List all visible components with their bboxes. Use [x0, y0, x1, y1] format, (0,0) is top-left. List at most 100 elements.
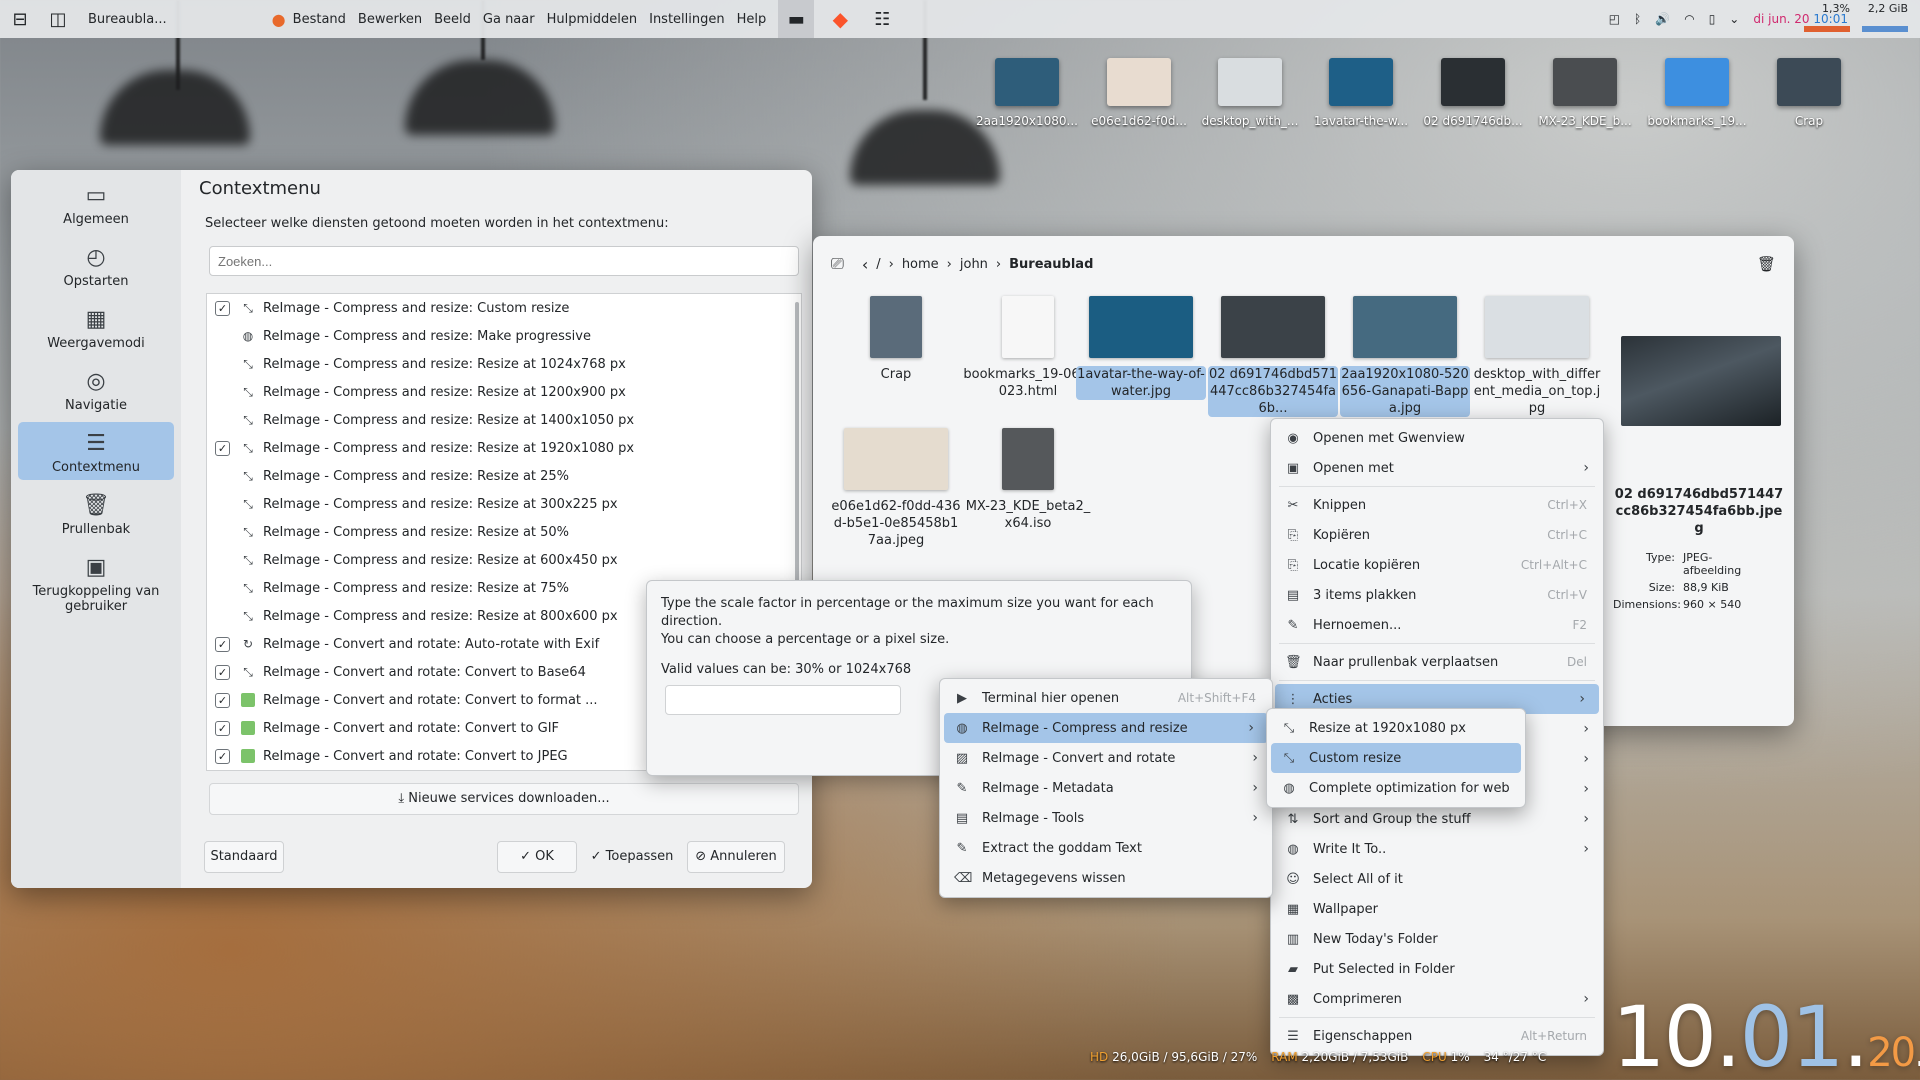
- sidebar-item-contextmenu[interactable]: ☰ Contextmenu: [18, 422, 174, 480]
- service-checkbox[interactable]: [215, 496, 230, 512]
- chevron-down-icon[interactable]: ⌄: [1729, 12, 1739, 26]
- menu-item[interactable]: ▨ ReImage - Convert and rotate ›: [940, 743, 1272, 773]
- file-item[interactable]: Crap: [831, 296, 961, 383]
- service-row[interactable]: ◍ ReImage - Compress and resize: Make pro…: [207, 322, 801, 350]
- service-row[interactable]: ⤡ ReImage - Compress and resize: Resize a…: [207, 350, 801, 378]
- service-checkbox[interactable]: ✓: [215, 300, 230, 316]
- menu-item[interactable]: Bewerken: [352, 12, 428, 27]
- file-manager-icon[interactable]: ▬: [778, 0, 815, 38]
- cancel-button[interactable]: ⊘ Annuleren: [687, 841, 785, 873]
- menu-item[interactable]: ▦ Wallpaper: [1271, 894, 1603, 924]
- menu-item[interactable]: ⇅ Sort and Group the stuff ›: [1271, 804, 1603, 834]
- apply-button[interactable]: ✓ Toepassen: [584, 841, 680, 873]
- menu-item[interactable]: Help: [731, 12, 773, 27]
- menu-item[interactable]: ▣ Openen met ›: [1271, 453, 1603, 483]
- service-checkbox[interactable]: [215, 468, 230, 484]
- battery-icon[interactable]: ▯: [1709, 12, 1716, 26]
- menu-item[interactable]: ☰ Eigenschappen Alt+Return: [1271, 1021, 1603, 1051]
- breadcrumb-root[interactable]: /: [876, 257, 880, 272]
- sidebar-item-navigatie[interactable]: ◎ Navigatie: [18, 360, 174, 418]
- menu-item[interactable]: ▩ Comprimeren ›: [1271, 984, 1603, 1014]
- menu-item[interactable]: ✎ Hernoemen... F2: [1271, 610, 1603, 640]
- bluetooth-icon[interactable]: ᛒ: [1634, 12, 1641, 26]
- service-checkbox[interactable]: ✓: [215, 720, 230, 736]
- menu-item[interactable]: ⤡ Custom resize: [1271, 743, 1521, 773]
- breadcrumb-home[interactable]: home: [902, 257, 939, 272]
- menu-item[interactable]: ✎ ReImage - Metadata ›: [940, 773, 1272, 803]
- brave-icon[interactable]: ◆: [822, 0, 858, 38]
- sidebar-item-prullenbak[interactable]: 🗑 Prullenbak: [18, 484, 174, 542]
- menu-item[interactable]: ⤡ Resize at 1920x1080 px: [1267, 713, 1525, 743]
- menu-item[interactable]: 🗑 Naar prullenbak verplaatsen Del: [1271, 647, 1603, 677]
- menu-item[interactable]: ⌫ Metagegevens wissen: [940, 863, 1272, 893]
- service-checkbox[interactable]: ✓: [215, 692, 230, 708]
- service-checkbox[interactable]: [215, 552, 230, 568]
- menu-item[interactable]: Instellingen: [643, 12, 731, 27]
- sidebar-item-terugkoppeling[interactable]: ▣ Terugkoppeling van gebruiker: [18, 546, 174, 622]
- menu-item[interactable]: ◍ ReImage - Compress and resize ›: [944, 713, 1268, 743]
- service-checkbox[interactable]: ✓: [215, 636, 230, 652]
- menu-item[interactable]: ▥ New Today's Folder: [1271, 924, 1603, 954]
- file-item[interactable]: MX-23_KDE_beta2_x64.iso: [963, 428, 1093, 532]
- volume-icon[interactable]: 🔊: [1655, 12, 1670, 26]
- window-icon[interactable]: ◫: [40, 0, 76, 38]
- desktop-icon[interactable]: desktop_with_...: [1197, 52, 1303, 128]
- download-services-button[interactable]: ⤓ Nieuwe services downloaden...: [209, 783, 799, 815]
- desktop-icon[interactable]: 2aa1920x1080...: [974, 52, 1080, 128]
- desktop-icon[interactable]: 1avatar-the-w...: [1308, 52, 1414, 128]
- menu-item[interactable]: ✂ Knippen Ctrl+X: [1271, 490, 1603, 520]
- settings-icon[interactable]: ☷: [864, 0, 900, 38]
- breadcrumb-current[interactable]: Bureaublad: [1009, 257, 1093, 272]
- menu-item[interactable]: ▶ Terminal hier openen Alt+Shift+F4: [940, 683, 1272, 713]
- service-row[interactable]: ⤡ ReImage - Compress and resize: Resize a…: [207, 406, 801, 434]
- menu-item[interactable]: ▤ ReImage - Tools ›: [940, 803, 1272, 833]
- service-row[interactable]: ✓ ⤡ ReImage - Compress and resize: Custom …: [207, 294, 801, 322]
- service-row[interactable]: ⤡ ReImage - Compress and resize: Resize a…: [207, 518, 801, 546]
- file-item[interactable]: bookmarks_19-06-2023.html: [963, 296, 1093, 400]
- service-checkbox[interactable]: [215, 412, 230, 428]
- trash-icon[interactable]: 🗑: [1757, 255, 1776, 273]
- menu-item[interactable]: ☺ Select All of it: [1271, 864, 1603, 894]
- file-item[interactable]: 1avatar-the-way-of-water.jpg: [1076, 296, 1206, 400]
- desktop-icon[interactable]: MX-23_KDE_b...: [1532, 52, 1638, 128]
- file-item[interactable]: 2aa1920x1080-520656-Ganapati-Bappa.jpg: [1340, 296, 1470, 417]
- service-checkbox[interactable]: [215, 524, 230, 540]
- network-icon[interactable]: ◠: [1684, 12, 1694, 26]
- service-checkbox[interactable]: [215, 356, 230, 372]
- service-checkbox[interactable]: [215, 608, 230, 624]
- menu-item[interactable]: ◍ Write It To.. ›: [1271, 834, 1603, 864]
- breadcrumb-user[interactable]: john: [960, 257, 988, 272]
- panel-toggle-icon[interactable]: ⊟: [0, 0, 40, 38]
- menu-item[interactable]: ◍ Complete optimization for web: [1267, 773, 1525, 803]
- service-checkbox[interactable]: ✓: [215, 440, 230, 456]
- menu-item[interactable]: ⎘ Locatie kopiëren Ctrl+Alt+C: [1271, 550, 1603, 580]
- desktop-icon[interactable]: Crap: [1756, 52, 1862, 128]
- service-checkbox[interactable]: [215, 328, 230, 344]
- ok-button[interactable]: ✓ OK: [497, 841, 577, 873]
- service-row[interactable]: ✓ ⤡ ReImage - Compress and resize: Resize …: [207, 434, 801, 462]
- service-checkbox[interactable]: ✓: [215, 664, 230, 680]
- menu-item[interactable]: Ga naar: [477, 12, 541, 27]
- menu-item[interactable]: Beeld: [428, 12, 477, 27]
- file-item[interactable]: e06e1d62-f0dd-436d-b5e1-0e85458b17aa.jpe…: [831, 428, 961, 549]
- menu-item[interactable]: ⎘ Kopiëren Ctrl+C: [1271, 520, 1603, 550]
- service-row[interactable]: ⤡ ReImage - Compress and resize: Resize a…: [207, 378, 801, 406]
- search-input[interactable]: [209, 246, 799, 276]
- desktop-icon[interactable]: bookmarks_19...: [1644, 52, 1750, 128]
- service-checkbox[interactable]: ✓: [215, 748, 230, 764]
- scale-input[interactable]: [665, 685, 901, 715]
- menu-item[interactable]: ◉ Openen met Gwenview: [1271, 423, 1603, 453]
- service-row[interactable]: ⤡ ReImage - Compress and resize: Resize a…: [207, 546, 801, 574]
- sidebar-item-weergavemodi[interactable]: ▦ Weergavemodi: [18, 298, 174, 356]
- desktop-icon[interactable]: e06e1d62-f0d...: [1086, 52, 1192, 128]
- menu-item[interactable]: ✎ Extract the goddam Text: [940, 833, 1272, 863]
- menu-item[interactable]: ▤ 3 items plakken Ctrl+V: [1271, 580, 1603, 610]
- service-checkbox[interactable]: [215, 384, 230, 400]
- sidebar-item-opstarten[interactable]: ◴ Opstarten: [18, 236, 174, 294]
- default-button[interactable]: Standaard: [204, 841, 284, 873]
- clipboard-icon[interactable]: ◰: [1609, 12, 1620, 26]
- service-row[interactable]: ⤡ ReImage - Compress and resize: Resize a…: [207, 490, 801, 518]
- menu-item[interactable]: ▰ Put Selected in Folder: [1271, 954, 1603, 984]
- file-item[interactable]: desktop_with_different_media_on_top.jpg: [1472, 296, 1602, 417]
- back-icon[interactable]: ‹: [862, 255, 868, 274]
